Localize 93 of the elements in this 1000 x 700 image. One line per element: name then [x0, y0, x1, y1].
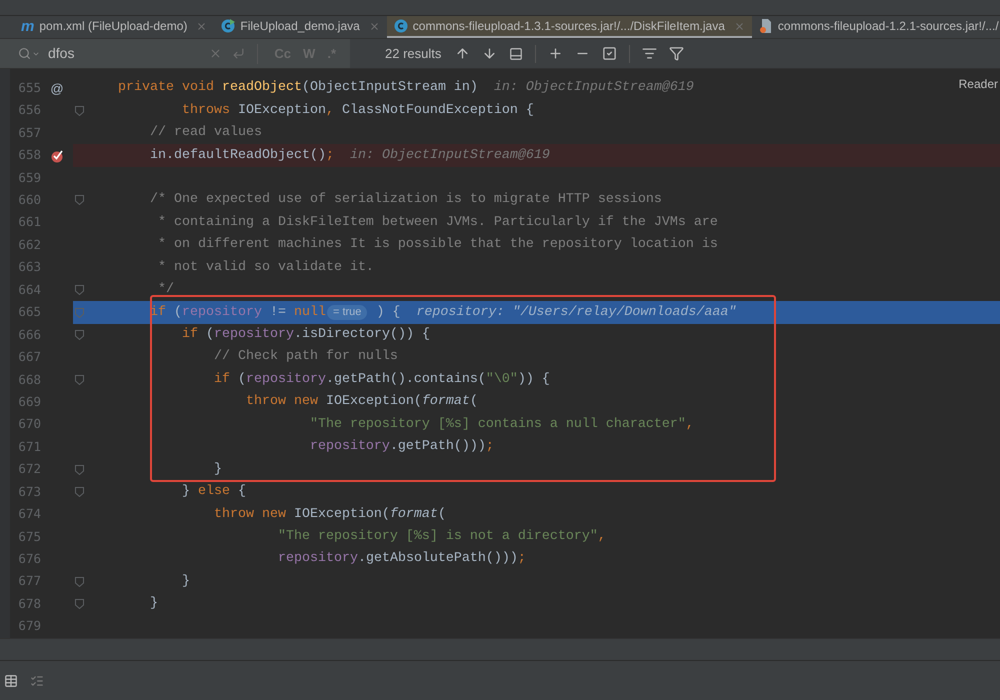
class-icon — [394, 19, 408, 33]
line-number: 660 — [17, 191, 41, 210]
line-number: 675 — [17, 528, 41, 546]
line-number: 670 — [17, 415, 41, 434]
search-icon[interactable] — [18, 47, 31, 60]
code-text: /* One expected use of serialization is to migrate HTTP sessions — [148, 191, 662, 210]
line-number: 671 — [17, 438, 41, 456]
search-value: dfos — [48, 44, 76, 63]
code-text: * not valid so validate it. — [156, 258, 374, 277]
maven-icon: m — [21, 18, 34, 34]
line-number: 658 — [17, 146, 41, 164]
list-icon[interactable] — [642, 46, 658, 61]
inline-value-badge: = true — [326, 305, 368, 320]
tab-label: commons-fileupload-1.3.1-sources.jar!/.../DiskFileItem.java — [412, 18, 725, 35]
line-number: 673 — [17, 482, 41, 501]
reader-mode-label[interactable]: Reader — [958, 75, 998, 93]
arrow-down-icon[interactable] — [482, 46, 498, 61]
line-number: 676 — [17, 550, 41, 568]
line-number: 679 — [17, 617, 41, 636]
close-icon[interactable] — [368, 20, 380, 32]
tab-label: commons-fileupload-1.2.1-sources.jar!/.../ — [778, 18, 999, 35]
code-text: throw new IOException(format( — [244, 393, 478, 412]
line-number: 666 — [17, 326, 41, 344]
line-number: 674 — [17, 505, 41, 524]
line-number: 677 — [17, 572, 41, 590]
line-number: 659 — [17, 168, 41, 187]
results-count: 22 results — [385, 44, 442, 63]
fold-icon[interactable] — [75, 374, 84, 385]
line-number: 662 — [17, 236, 41, 254]
code-text: // Check path for nulls — [212, 348, 398, 366]
code-text: repository.getAbsolutePath())); — [276, 550, 526, 568]
close-icon[interactable] — [734, 20, 745, 32]
tab-label: FileUpload_demo.java — [240, 18, 360, 35]
inline-value-hint: in: ObjectInputStream@619 — [350, 146, 550, 165]
list-icon[interactable] — [30, 674, 44, 688]
fold-icon[interactable] — [75, 576, 84, 587]
code-text: "The repository [%s] is not a directory", — [276, 528, 606, 546]
fold-icon[interactable] — [75, 487, 84, 498]
code-text: } else { — [180, 483, 246, 502]
tab-label: pom.xml (FileUpload-demo) — [39, 18, 188, 35]
editor-tab[interactable]: commons-fileupload-1.3.1-sources.jar!/.../DiskFileItem.java — [386, 16, 752, 38]
code-text: private void readObject(ObjectInputStream in) — [116, 79, 478, 98]
code-text: throws IOException, ClassNotFoundException { — [180, 102, 534, 120]
table-icon[interactable] — [4, 674, 18, 688]
line-number: 667 — [17, 348, 41, 366]
clear-icon[interactable] — [209, 47, 222, 60]
line-number: 672 — [17, 460, 41, 478]
code-text: ) { — [375, 304, 400, 322]
filter-icon[interactable] — [669, 46, 684, 61]
fold-icon[interactable] — [75, 599, 84, 610]
code-text: if (repository.isDirectory()) { — [180, 326, 430, 344]
checkbox-icon[interactable] — [602, 46, 618, 61]
code-text: } — [148, 595, 158, 614]
code-text: } — [212, 460, 222, 479]
editor-tab[interactable]: FileUpload_demo.java — [214, 16, 387, 38]
code-text: } — [180, 572, 190, 591]
inline-value-hint: in: ObjectInputStream@619 — [494, 79, 694, 98]
fold-icon[interactable] — [75, 195, 84, 206]
line-number: 669 — [17, 392, 41, 411]
code-text: * containing a DiskFileItem between JVMs. Particularly if the JVMs are — [156, 214, 718, 232]
code-text: in.defaultReadObject(); — [148, 146, 334, 165]
line-number: 665 — [17, 303, 41, 322]
line-number: 656 — [17, 101, 41, 120]
code-text: if (repository.getPath().contains("\0")) { — [212, 370, 550, 389]
fold-icon[interactable] — [75, 106, 84, 116]
editor-tab[interactable]: commons-fileupload-1.2.1-sources.jar!/.../ — [752, 16, 1000, 38]
line-number: 668 — [17, 370, 41, 389]
jar-file-icon — [758, 18, 773, 34]
editor-tab[interactable]: m pom.xml (FileUpload-demo) — [14, 16, 214, 38]
fold-icon[interactable] — [75, 330, 84, 340]
class-icon — [221, 19, 236, 33]
close-icon[interactable] — [196, 20, 208, 32]
fold-icon[interactable] — [75, 285, 84, 296]
code-text: "The repository [%s] contains a null character", — [308, 416, 694, 434]
fold-icon[interactable] — [75, 464, 84, 475]
newline-icon[interactable] — [232, 47, 246, 60]
code-text: * on different machines It is possible that the repository location is — [156, 236, 718, 254]
code-text: repository.getPath())); — [308, 438, 494, 456]
code-text: */ — [156, 281, 174, 300]
override-marker[interactable]: @ — [50, 82, 64, 95]
line-number: 661 — [17, 213, 41, 232]
code-text: if (repository != null — [148, 304, 326, 322]
code-text: throw new IOException(format( — [212, 506, 446, 524]
line-number: 678 — [17, 594, 41, 613]
plus-icon[interactable] — [548, 46, 564, 61]
line-number: 663 — [17, 258, 41, 276]
line-number: 657 — [17, 124, 41, 142]
code-text: // read values — [148, 124, 262, 142]
line-number: 664 — [17, 280, 41, 299]
line-number: 655 — [17, 78, 41, 97]
breakpoint-icon[interactable] — [50, 148, 64, 163]
panel-icon[interactable] — [509, 46, 524, 60]
inline-value-hint: repository: "/Users/relay/Downloads/aaa" — [416, 304, 736, 322]
